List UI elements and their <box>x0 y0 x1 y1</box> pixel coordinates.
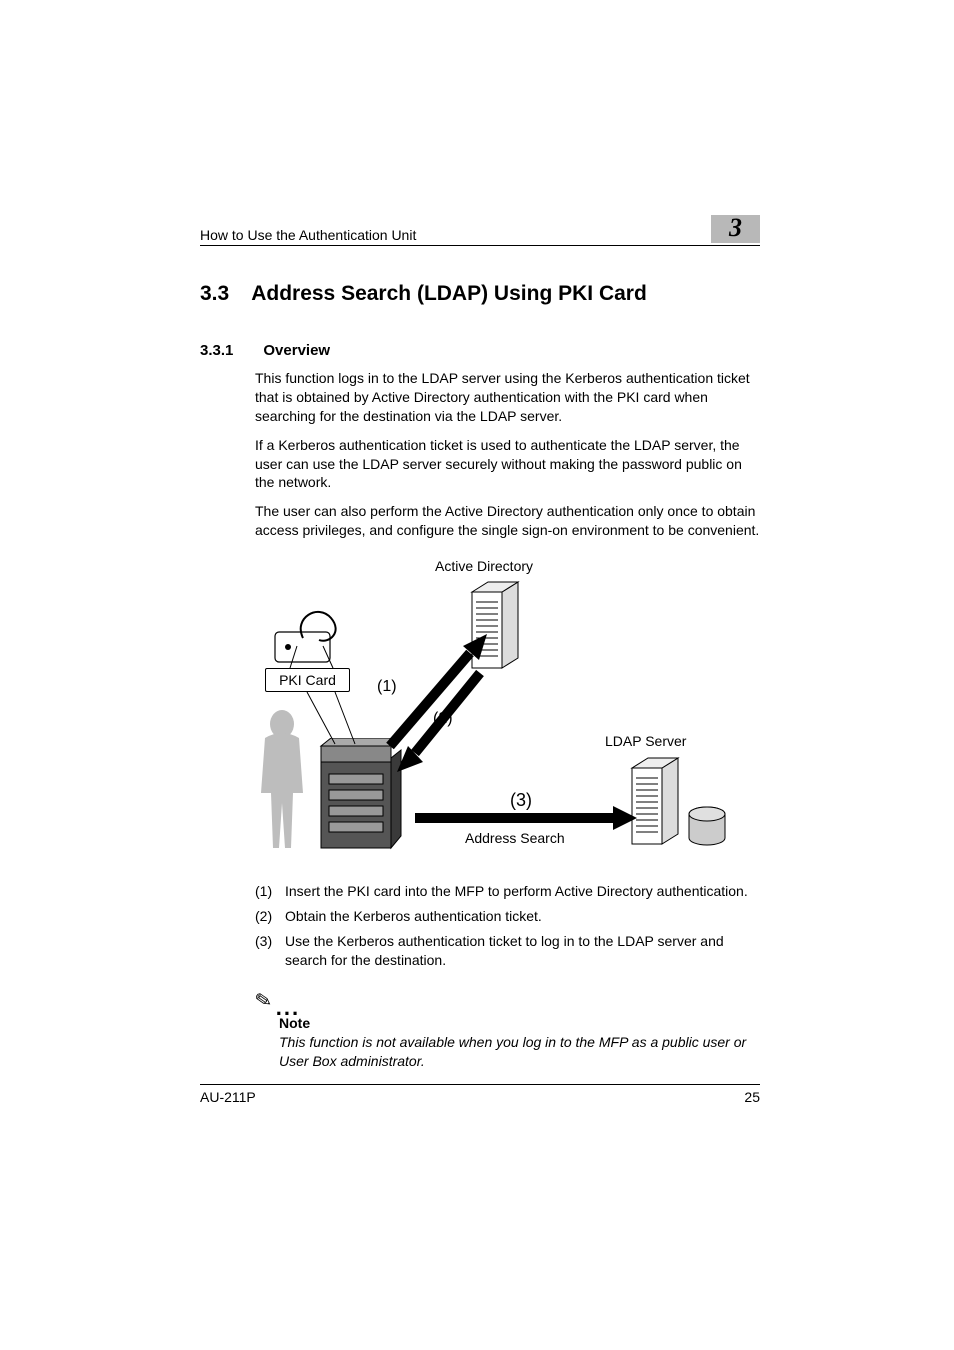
diagram-step-1: (1) <box>377 678 397 696</box>
page-footer: AU-211P 25 <box>200 1089 760 1105</box>
note-text: This function is not available when you … <box>279 1033 760 1071</box>
note-label: Note <box>279 1015 760 1031</box>
paragraph: The user can also perform the Active Dir… <box>255 502 760 540</box>
step-number: (3) <box>255 932 279 970</box>
ellipsis-icon: ... <box>276 1002 300 1013</box>
list-item: (3) Use the Kerberos authentication tick… <box>255 932 760 970</box>
footer-page-number: 25 <box>744 1089 760 1105</box>
label-address-search: Address Search <box>465 830 565 846</box>
subsection-heading: 3.3.1 Overview <box>200 342 760 359</box>
section-heading: 3.3 Address Search (LDAP) Using PKI Card <box>200 282 760 306</box>
diagram-step-3: (3) <box>510 790 532 811</box>
step-number: (2) <box>255 907 279 926</box>
paragraph: This function logs in to the LDAP server… <box>255 369 760 426</box>
note-icon: ✎ <box>253 986 274 1014</box>
list-item: (2) Obtain the Kerberos authentication t… <box>255 907 760 926</box>
chapter-number-tab: 3 <box>711 215 760 243</box>
subsection-title: Overview <box>263 342 330 359</box>
step-text: Use the Kerberos authentication ticket t… <box>285 932 760 970</box>
flow-diagram: Active Directory PKI Card <box>255 558 760 868</box>
header-title: How to Use the Authentication Unit <box>200 227 416 243</box>
section-number: 3.3 <box>200 282 229 306</box>
step-number: (1) <box>255 882 279 901</box>
step-list: (1) Insert the PKI card into the MFP to … <box>255 882 760 970</box>
paragraph: If a Kerberos authentication ticket is u… <box>255 436 760 493</box>
note-block: ✎ ... Note This function is not availabl… <box>255 988 760 1071</box>
page-header: How to Use the Authentication Unit 3 <box>200 215 760 246</box>
footer-model: AU-211P <box>200 1089 256 1105</box>
subsection-number: 3.3.1 <box>200 342 233 359</box>
arrows <box>255 558 760 868</box>
section-title: Address Search (LDAP) Using PKI Card <box>251 282 647 306</box>
list-item: (1) Insert the PKI card into the MFP to … <box>255 882 760 901</box>
step-text: Insert the PKI card into the MFP to perf… <box>285 882 760 901</box>
step-text: Obtain the Kerberos authentication ticke… <box>285 907 760 926</box>
diagram-step-2: (2) <box>433 710 453 728</box>
footer-rule <box>200 1084 760 1085</box>
